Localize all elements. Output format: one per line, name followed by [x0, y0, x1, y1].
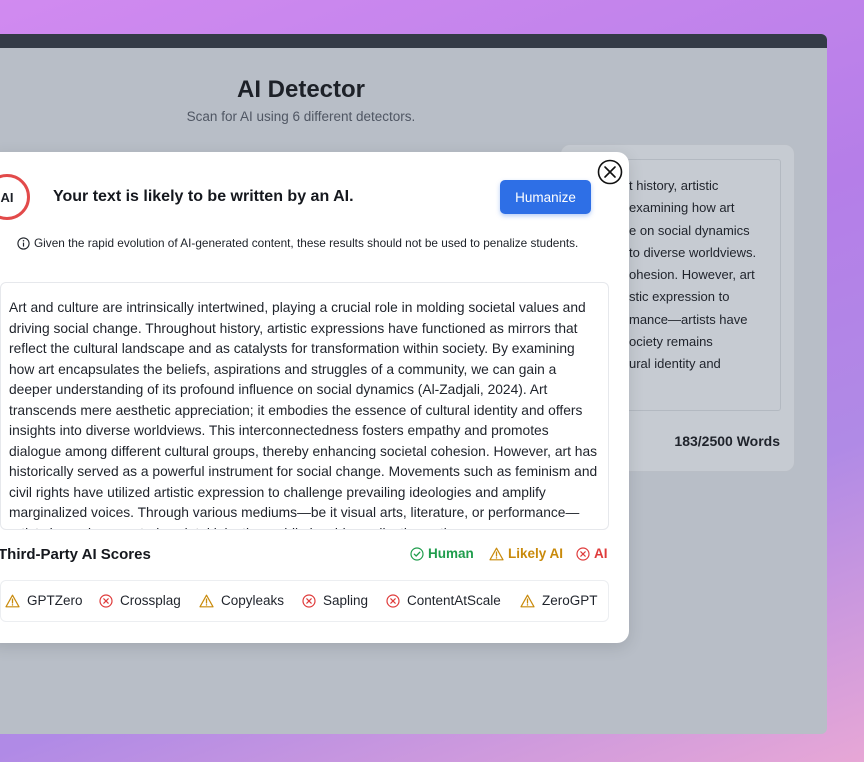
input-text-line: mance—artists have — [629, 311, 748, 327]
legend-likely-ai-label: Likely AI — [508, 546, 564, 561]
analyzed-text-panel[interactable]: Art and culture are intrinsically intert… — [0, 282, 609, 530]
input-text-line: examining how art — [629, 200, 735, 216]
warning-icon — [199, 594, 214, 607]
detector-name: Crossplag — [120, 593, 181, 608]
input-text-line: t history, artistic — [629, 178, 719, 193]
detector-sapling[interactable]: Sapling — [302, 593, 368, 608]
input-text-line: to diverse worldviews. — [629, 244, 757, 260]
detector-scores: GPTZero Crossplag Copyleaks Sapling Cont… — [0, 580, 609, 622]
page-title: AI Detector — [236, 76, 366, 103]
close-button[interactable] — [596, 158, 624, 186]
detector-name: Sapling — [323, 593, 369, 608]
warning-icon — [5, 594, 20, 607]
close-icon[interactable] — [596, 158, 624, 186]
legend-human: Human — [410, 546, 474, 561]
input-text: t history, artistic examining how art e … — [629, 175, 789, 376]
disclaimer-text: Given the rapid evolution of AI-generate… — [34, 236, 579, 250]
detector-crossplag[interactable]: Crossplag — [99, 593, 181, 608]
legend-likely-ai: Likely AI — [489, 546, 563, 561]
disclaimer: Given the rapid evolution of AI-generate… — [17, 236, 578, 250]
x-circle-icon — [302, 593, 316, 608]
scores-title: Third-Party AI Scores — [0, 546, 151, 563]
input-text-line: ural identity and — [629, 356, 721, 372]
verdict-text: Your text is likely to be written by an … — [53, 188, 354, 205]
x-circle-icon — [576, 546, 590, 561]
window-top-bar — [0, 34, 827, 48]
input-text-line: ociety remains — [629, 334, 713, 350]
detector-name: ContentAtScale — [407, 593, 501, 608]
word-count: 183/2500 Words — [674, 433, 780, 449]
legend-ai-label: AI — [594, 546, 608, 561]
detector-name: Copyleaks — [221, 593, 285, 608]
detector-name: GPTZero — [27, 593, 83, 608]
detector-name: ZeroGPT — [542, 593, 598, 608]
analyzed-text: Art and culture are intrinsically intert… — [9, 300, 598, 529]
input-text-line: e on social dynamics — [629, 222, 750, 238]
page-subtitle: Scan for AI using 6 different detectors. — [186, 109, 416, 124]
x-circle-icon — [99, 593, 113, 608]
legend-human-label: Human — [428, 546, 474, 561]
detector-gptzero[interactable]: GPTZero — [5, 593, 83, 608]
x-circle-icon — [386, 593, 400, 608]
legend-ai: AI — [576, 546, 608, 561]
results-modal: AI Your text is likely to be written by … — [0, 152, 629, 643]
input-text-line: ohesion. However, art — [629, 267, 755, 283]
ai-verdict-badge: AI — [0, 174, 30, 220]
input-text-line: stic expression to — [629, 289, 730, 305]
humanize-button[interactable]: Humanize — [500, 180, 591, 214]
info-icon — [17, 236, 30, 250]
warning-icon — [520, 594, 535, 607]
check-circle-icon — [410, 546, 424, 561]
detector-copyleaks[interactable]: Copyleaks — [199, 593, 284, 608]
warning-icon — [489, 547, 504, 560]
detector-zerogpt[interactable]: ZeroGPT — [520, 593, 598, 608]
detector-contentatscale[interactable]: ContentAtScale — [386, 593, 501, 608]
